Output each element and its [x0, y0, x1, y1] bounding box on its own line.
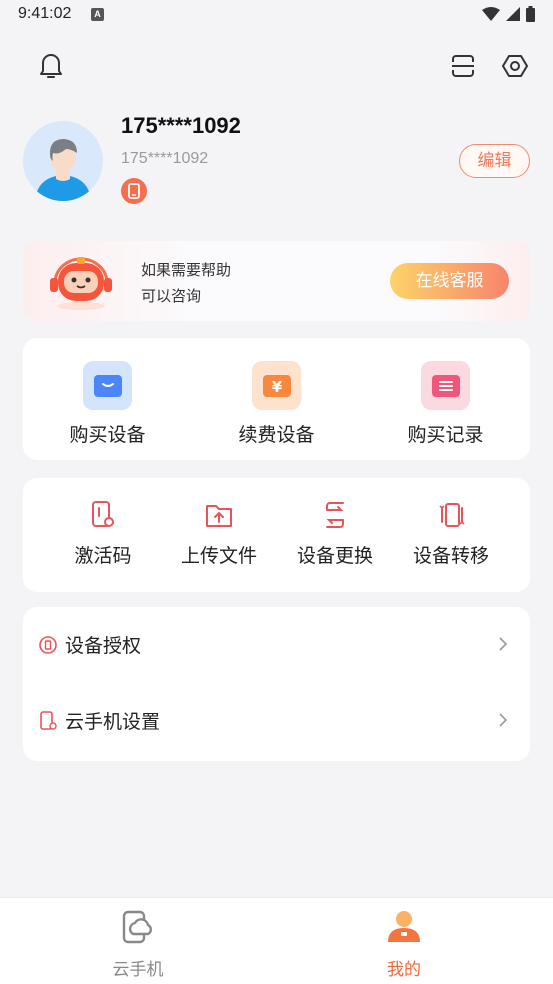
status-icons [482, 6, 535, 22]
svg-text:¥: ¥ [271, 378, 282, 396]
user-account: 175****1092 [121, 150, 209, 167]
tab-label-mine: 我的 [387, 960, 421, 980]
tab-cloud-phone[interactable]: 云手机 [0, 898, 276, 984]
renew-device-label: 续费设备 [238, 424, 315, 446]
banner-text-line1: 如果需要帮助 [141, 261, 232, 279]
user-profile-icon [388, 911, 420, 942]
buy-device-label: 购买设备 [69, 424, 146, 446]
upload-folder-icon [206, 505, 232, 527]
renew-device-item[interactable]: ¥ 续费设备 [192, 338, 361, 460]
swap-device-icon [326, 502, 344, 528]
status-time: 9:41:02 [18, 5, 72, 22]
tab-mine[interactable]: 我的 [266, 898, 542, 984]
phone-icon [128, 183, 140, 199]
transfer-device-icon [439, 503, 465, 527]
menu-label-phone-settings: 云手机设置 [65, 711, 161, 733]
activation-code-label: 激活码 [74, 545, 132, 567]
help-banner: 如果需要帮助 可以咨询 在线客服 [23, 241, 530, 321]
phone-settings-icon [40, 711, 57, 730]
settings-button[interactable] [497, 48, 533, 84]
authorize-icon [39, 636, 57, 654]
menu-item-device-authorize[interactable]: 设备授权 [23, 607, 530, 683]
chevron-right-icon [499, 713, 508, 727]
user-avatar-icon [23, 121, 103, 201]
notification-icon: A [91, 8, 104, 21]
activation-code-icon [92, 501, 114, 527]
scan-button[interactable] [445, 48, 481, 84]
device-badge [121, 178, 147, 204]
bottom-tab-bar: 云手机 我的 [0, 897, 553, 984]
list-icon [421, 361, 470, 410]
menu-item-phone-settings[interactable]: 云手机设置 [23, 683, 530, 759]
avatar[interactable] [23, 121, 103, 201]
yuan-icon: ¥ [252, 361, 301, 410]
buy-device-item[interactable]: 购买设备 [23, 338, 192, 460]
purchase-card: 购买设备 ¥ 续费设备 购买记录 [23, 338, 530, 460]
purchase-history-label: 购买记录 [407, 424, 484, 446]
tools-card: 激活码 上传文件 设备更换 设备转移 [23, 478, 530, 592]
settings-list-card: 设备授权 云手机设置 [23, 607, 530, 761]
signal-icon [506, 7, 520, 21]
gear-icon [502, 55, 528, 77]
banner-text-line2: 可以咨询 [141, 287, 202, 305]
online-service-button[interactable]: 在线客服 [390, 263, 509, 299]
shopping-bag-icon [83, 361, 132, 410]
activation-code-item[interactable]: 激活码 [45, 478, 161, 592]
bell-icon [40, 54, 62, 78]
device-replace-item[interactable]: 设备更换 [277, 478, 393, 592]
tab-label-cloud-phone: 云手机 [112, 960, 164, 980]
upload-file-label: 上传文件 [180, 545, 257, 567]
device-transfer-item[interactable]: 设备转移 [393, 478, 509, 592]
user-phone: 175****1092 [121, 113, 241, 138]
upload-file-item[interactable]: 上传文件 [161, 478, 277, 592]
robot-support-icon [50, 257, 112, 310]
menu-label-device-authorize: 设备授权 [65, 635, 142, 657]
device-replace-label: 设备更换 [296, 545, 373, 567]
battery-icon [526, 6, 535, 22]
notification-button[interactable] [33, 48, 69, 84]
device-transfer-label: 设备转移 [412, 545, 489, 567]
purchase-history-item[interactable]: 购买记录 [361, 338, 530, 460]
cloud-phone-icon [122, 910, 152, 944]
edit-profile-button[interactable]: 编辑 [459, 144, 530, 178]
chevron-right-icon [499, 637, 508, 651]
status-bar: 9:41:02 A [0, 0, 553, 32]
scan-icon [452, 55, 474, 77]
wifi-icon [482, 7, 500, 21]
